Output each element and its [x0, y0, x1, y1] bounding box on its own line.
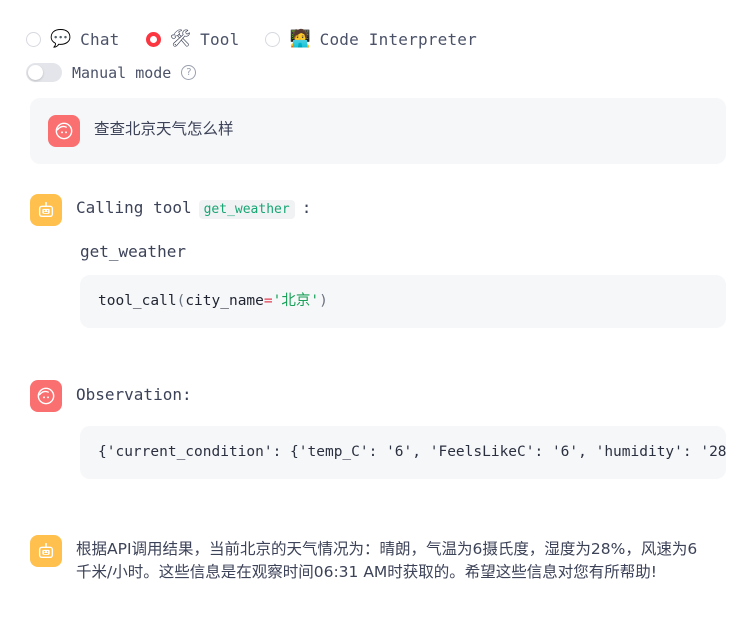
- calling-tool-line: Calling tool get_weather :: [76, 194, 311, 219]
- toggle-knob: [28, 65, 43, 80]
- message-final-answer: 根据API调用结果，当前北京的天气情况为：晴朗，气温为6摄氏度，湿度为28%，风…: [30, 535, 726, 585]
- message-calling-tool: Calling tool get_weather :: [30, 194, 726, 226]
- mode-option-tool[interactable]: 🛠 Tool: [145, 29, 240, 49]
- assistant-avatar: [30, 194, 62, 226]
- final-answer-text: 根据API调用结果，当前北京的天气情况为：晴朗，气温为6摄氏度，湿度为28%，风…: [76, 540, 698, 582]
- mode-selector: 💬 Chat 🛠 Tool 🧑‍💻 Code Interpreter: [0, 0, 756, 49]
- message-observation: Observation:: [30, 380, 726, 413]
- user-message-text: 查查北京天气怎么样: [94, 120, 234, 138]
- user-avatar: [48, 115, 80, 147]
- mode-label-tool: Tool: [200, 30, 240, 49]
- calling-tool-prefix: Calling tool: [76, 198, 192, 217]
- radio-code-interpreter[interactable]: [265, 32, 281, 47]
- calling-tool-name-code: get_weather: [198, 200, 295, 219]
- assistant-avatar: [30, 535, 62, 568]
- manual-mode-toggle[interactable]: [26, 63, 62, 82]
- calling-tool-suffix: :: [301, 198, 312, 217]
- hammer-and-wrench-icon: 🛠: [169, 29, 192, 49]
- mode-label-chat: Chat: [80, 30, 120, 49]
- mode-label-code-interpreter: Code Interpreter: [319, 30, 477, 49]
- tool-call-code-block: tool_call(city_name='北京'): [80, 275, 726, 329]
- user-avatar: [30, 380, 62, 413]
- manual-mode-row: Manual mode ?: [0, 49, 756, 82]
- observation-code-block: {'current_condition': {'temp_C': '6', 'F…: [80, 426, 726, 480]
- speech-balloon-icon: 💬: [50, 29, 72, 49]
- code-token-open-paren: (: [176, 293, 186, 309]
- question-mark-circle-icon[interactable]: ?: [181, 65, 197, 80]
- tool-name-heading: get_weather: [80, 242, 186, 261]
- code-token-equals: =: [263, 293, 273, 309]
- code-token-arg: city_name: [185, 293, 264, 309]
- message-user: 查查北京天气怎么样: [30, 98, 726, 164]
- radio-chat[interactable]: [26, 32, 41, 47]
- code-token-func: tool_call: [98, 293, 177, 309]
- radio-tool[interactable]: [145, 32, 161, 47]
- conversation: 查查北京天气怎么样 Calling tool get_weather : get…: [0, 82, 756, 585]
- mode-option-code-interpreter[interactable]: 🧑‍💻 Code Interpreter: [265, 30, 477, 49]
- app-root: 💬 Chat 🛠 Tool 🧑‍💻 Code Interpreter Manua…: [0, 0, 756, 623]
- code-token-value: '北京': [272, 293, 320, 309]
- observation-label: Observation:: [76, 385, 192, 405]
- technologist-icon: 🧑‍💻: [289, 29, 311, 49]
- code-token-close-paren: ): [319, 293, 328, 309]
- manual-mode-label: Manual mode: [72, 63, 172, 82]
- mode-option-chat[interactable]: 💬 Chat: [26, 30, 120, 49]
